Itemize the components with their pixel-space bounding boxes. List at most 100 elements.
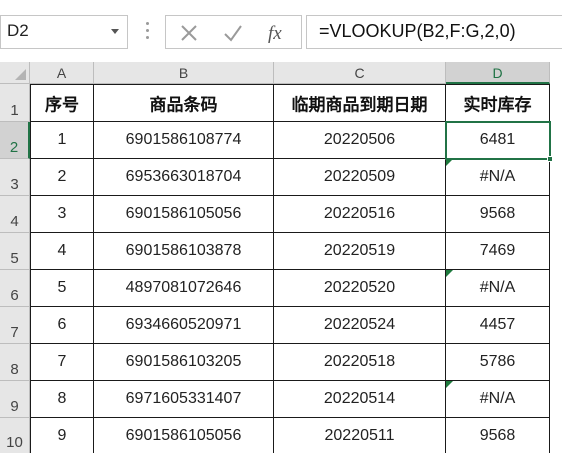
table-cell[interactable]: #N/A — [446, 270, 550, 307]
cell-value: 20220524 — [323, 316, 396, 333]
cell-value: 实时库存 — [463, 95, 532, 116]
row-header-8[interactable]: 8 — [0, 344, 30, 381]
table-cell[interactable]: 6 — [30, 307, 94, 344]
table-cell[interactable]: 6901586105056 — [94, 418, 274, 454]
cell-value: 20220520 — [323, 279, 396, 296]
chevron-down-icon[interactable] — [111, 29, 119, 34]
cell-value: 20220514 — [323, 390, 396, 407]
cell-value: 20220509 — [323, 168, 396, 185]
formula-buttons: fx — [165, 15, 302, 49]
formula-input[interactable]: =VLOOKUP(B2,F:G,2,0) — [306, 15, 562, 49]
bottom-strip — [0, 453, 562, 461]
cell-value: 6901586108774 — [125, 131, 242, 148]
table-cell[interactable]: 7469 — [446, 233, 550, 270]
row-number: 1 — [10, 102, 19, 119]
table-cell[interactable]: 9 — [30, 418, 94, 454]
table-cell[interactable]: 9568 — [446, 196, 550, 233]
table-cell[interactable]: 20220518 — [274, 344, 446, 381]
cell-value: 7 — [57, 353, 67, 370]
table-cell[interactable]: 6971605331407 — [94, 381, 274, 418]
name-box[interactable]: D2 — [0, 15, 128, 49]
row-number: 10 — [6, 434, 23, 451]
table-cell[interactable]: 2 — [30, 159, 94, 196]
column-header-b[interactable]: B — [94, 62, 274, 84]
row-header-6[interactable]: 6 — [0, 270, 30, 307]
table-cell[interactable]: 20220506 — [274, 122, 446, 159]
close-icon[interactable] — [178, 22, 200, 44]
table-cell[interactable]: 4 — [30, 233, 94, 270]
row-header-10[interactable]: 10 — [0, 418, 30, 454]
drag-handle-icon[interactable] — [146, 22, 149, 42]
row-header-4[interactable]: 4 — [0, 196, 30, 233]
table-cell[interactable]: 7 — [30, 344, 94, 381]
table-cell[interactable]: 6901586108774 — [94, 122, 274, 159]
cell-value: 序号 — [45, 95, 79, 116]
cell-value: 6971605331407 — [125, 390, 242, 407]
table-cell[interactable]: 4897081072646 — [94, 270, 274, 307]
table-cell[interactable]: 1 — [30, 122, 94, 159]
table-cell[interactable]: #N/A — [446, 159, 550, 196]
cell-value: #N/A — [479, 279, 516, 296]
table-cell[interactable]: 6901586105056 — [94, 196, 274, 233]
table-cell[interactable]: 6481 — [446, 122, 550, 159]
cell-value: 6901586105056 — [125, 205, 242, 222]
table-cell[interactable]: 3 — [30, 196, 94, 233]
select-all-button[interactable] — [0, 62, 30, 84]
cell-value: 7469 — [479, 242, 516, 259]
row-header-2[interactable]: 2 — [0, 122, 30, 159]
row-header-1[interactable]: 1 — [0, 84, 30, 122]
cell-value: 6 — [57, 316, 67, 333]
table-cell[interactable]: 9568 — [446, 418, 550, 454]
cell-value: 8 — [57, 390, 67, 407]
cell-value: 5786 — [479, 353, 516, 370]
table-cell[interactable]: 20220520 — [274, 270, 446, 307]
cell-value: 20220516 — [323, 205, 396, 222]
table-cell[interactable]: 6901586103205 — [94, 344, 274, 381]
cell-value: 6934660520971 — [125, 316, 242, 333]
table-cell[interactable]: 20220514 — [274, 381, 446, 418]
header-cell[interactable]: 实时库存 — [446, 84, 550, 122]
error-indicator-icon[interactable] — [446, 270, 453, 277]
cell-value: 20220518 — [323, 353, 396, 370]
table-cell[interactable]: 20220509 — [274, 159, 446, 196]
svg-text:fx: fx — [268, 23, 282, 44]
row-header-7[interactable]: 7 — [0, 307, 30, 344]
column-header-c[interactable]: C — [274, 62, 446, 84]
table-cell[interactable]: 4457 — [446, 307, 550, 344]
error-indicator-icon[interactable] — [446, 381, 453, 388]
fx-icon[interactable]: fx — [266, 22, 292, 44]
formula-bar-area: D2 fx =VLOOKUP(B2,F:G,2,0) — [0, 0, 562, 62]
table-cell[interactable]: 6901586103878 — [94, 233, 274, 270]
check-icon[interactable] — [222, 22, 244, 44]
table-cell[interactable]: 20220511 — [274, 418, 446, 454]
table-cell[interactable]: 6934660520971 — [94, 307, 274, 344]
header-cell[interactable]: 商品条码 — [94, 84, 274, 122]
cell-value: #N/A — [479, 390, 516, 407]
table-cell[interactable]: 8 — [30, 381, 94, 418]
row-header-5[interactable]: 5 — [0, 233, 30, 270]
cell-value: 2 — [57, 168, 67, 185]
cell-value: 6901586105056 — [125, 426, 242, 444]
fill-handle[interactable] — [547, 156, 553, 162]
row-number: 7 — [10, 324, 19, 341]
cell-value: 6901586103205 — [125, 353, 242, 370]
row-number: 8 — [10, 361, 19, 378]
table-cell[interactable]: 20220519 — [274, 233, 446, 270]
column-header-d[interactable]: D — [446, 62, 550, 84]
cell-value: 9568 — [479, 426, 516, 444]
table-cell[interactable]: 5786 — [446, 344, 550, 381]
header-cell[interactable]: 序号 — [30, 84, 94, 122]
table-cell[interactable]: 20220524 — [274, 307, 446, 344]
row-header-3[interactable]: 3 — [0, 159, 30, 196]
table-cell[interactable]: #N/A — [446, 381, 550, 418]
row-number: 3 — [10, 176, 19, 193]
formula-text: =VLOOKUP(B2,F:G,2,0) — [319, 21, 516, 41]
table-cell[interactable]: 6953663018704 — [94, 159, 274, 196]
row-number: 4 — [10, 213, 19, 230]
table-cell[interactable]: 20220516 — [274, 196, 446, 233]
column-header-a[interactable]: A — [30, 62, 94, 84]
header-cell[interactable]: 临期商品到期日期 — [274, 84, 446, 122]
error-indicator-icon[interactable] — [446, 159, 453, 166]
table-cell[interactable]: 5 — [30, 270, 94, 307]
row-header-9[interactable]: 9 — [0, 381, 30, 418]
